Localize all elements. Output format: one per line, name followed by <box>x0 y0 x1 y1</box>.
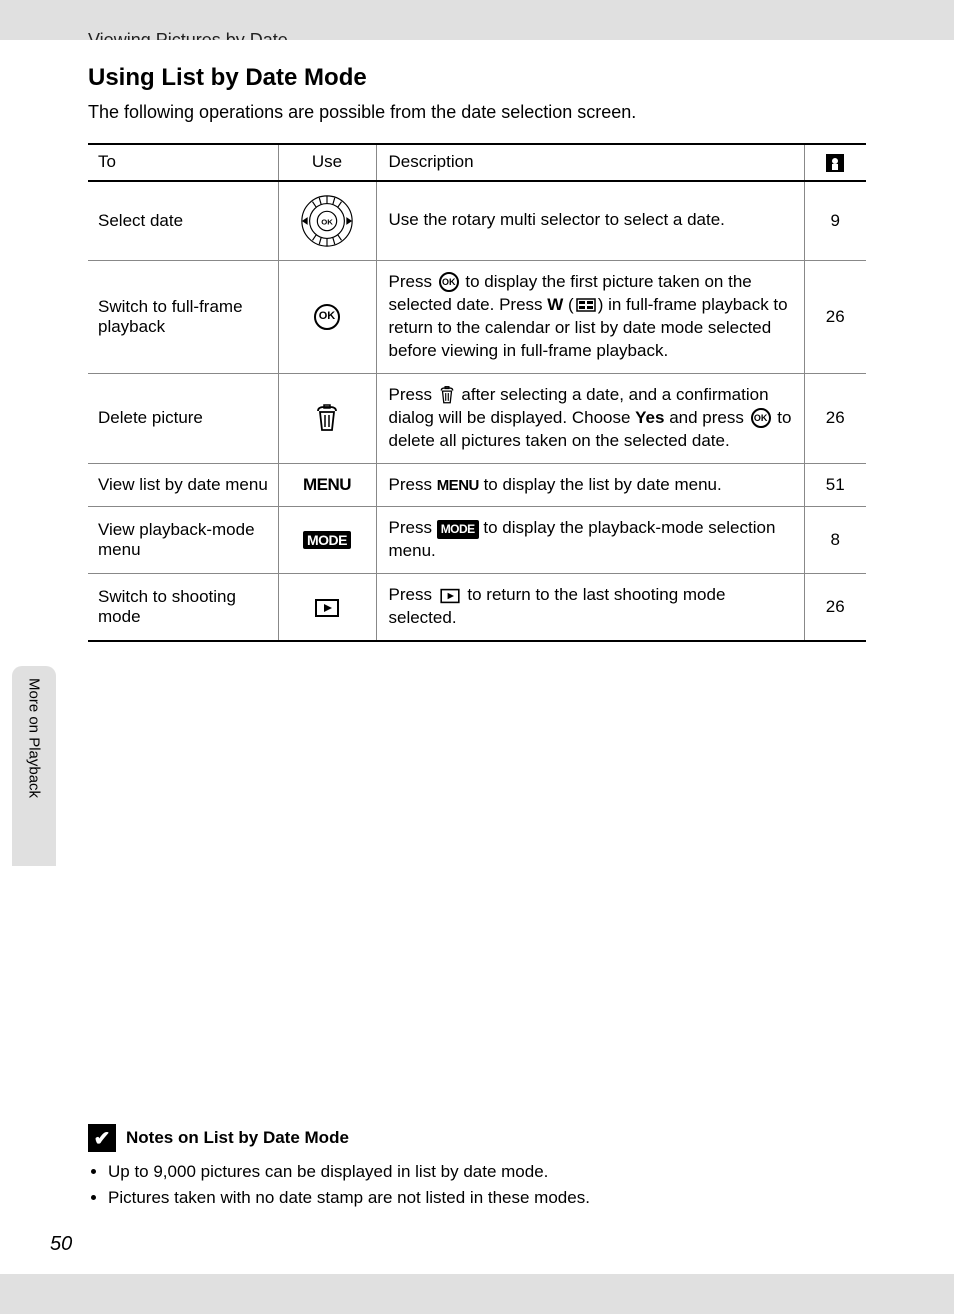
menu-icon: MENU <box>303 475 351 494</box>
note-item: Up to 9,000 pictures can be displayed in… <box>108 1162 866 1182</box>
mode-icon: MODE <box>437 520 479 538</box>
ok-icon: OK <box>314 304 340 330</box>
cell-use: OK <box>278 181 376 261</box>
page-body: Using List by Date Mode The following op… <box>0 40 954 1274</box>
th-use: Use <box>278 144 376 181</box>
cell-use: MODE <box>278 507 376 574</box>
table-row: View playback-mode menu MODE Press MODE … <box>88 507 866 574</box>
ok-icon: OK <box>751 408 771 428</box>
svg-text:OK: OK <box>321 217 333 226</box>
cell-to: Switch to shooting mode <box>88 574 278 641</box>
cell-to: Delete picture <box>88 373 278 463</box>
cell-page: 26 <box>804 373 866 463</box>
cell-page: 8 <box>804 507 866 574</box>
notes-title: Notes on List by Date Mode <box>126 1128 349 1148</box>
cell-description: Press MODE to display the playback-mode … <box>376 507 804 574</box>
trash-icon <box>439 386 455 404</box>
trash-icon <box>315 404 339 432</box>
check-icon: ✔ <box>88 1124 116 1152</box>
cell-to: View playback-mode menu <box>88 507 278 574</box>
rotary-selector-icon: OK <box>298 192 356 250</box>
th-description: Description <box>376 144 804 181</box>
cell-description: Use the rotary multi selector to select … <box>376 181 804 261</box>
menu-icon: MENU <box>437 477 479 494</box>
cell-to: View list by date menu <box>88 463 278 507</box>
ok-icon: OK <box>439 272 459 292</box>
table-row: View list by date menu MENU Press MENU t… <box>88 463 866 507</box>
table-row: Switch to full-frame playback OK Press O… <box>88 260 866 373</box>
note-item: Pictures taken with no date stamp are no… <box>108 1188 866 1208</box>
cell-use: OK <box>278 260 376 373</box>
page-number: 50 <box>50 1233 72 1256</box>
cell-page: 9 <box>804 181 866 261</box>
side-tab-label: More on Playback <box>26 678 43 798</box>
operations-table: To Use Description Select date <box>88 143 866 642</box>
cell-use <box>278 373 376 463</box>
mode-icon: MODE <box>303 531 351 549</box>
cell-description: Press after selecting a date, and a conf… <box>376 373 804 463</box>
page-heading: Using List by Date Mode <box>88 64 866 92</box>
table-row: Delete picture Press after selecting a d… <box>88 373 866 463</box>
cell-page: 26 <box>804 260 866 373</box>
play-icon <box>439 588 461 604</box>
cell-description: Press OK to display the first picture ta… <box>376 260 804 373</box>
cell-description: Press to return to the last shooting mod… <box>376 574 804 641</box>
table-row: Select date OK <box>88 181 866 261</box>
cell-use: MENU <box>278 463 376 507</box>
page-ref-icon <box>825 153 845 173</box>
th-page-ref <box>804 144 866 181</box>
cell-description: Press MENU to display the list by date m… <box>376 463 804 507</box>
intro-text: The following operations are possible fr… <box>88 102 866 123</box>
table-row: Switch to shooting mode Press to return … <box>88 574 866 641</box>
cell-page: 26 <box>804 574 866 641</box>
play-icon <box>314 598 340 618</box>
side-tab: More on Playback <box>12 666 56 866</box>
th-to: To <box>88 144 278 181</box>
thumbnail-icon <box>576 298 596 312</box>
cell-to: Select date <box>88 181 278 261</box>
notes-section: ✔ Notes on List by Date Mode Up to 9,000… <box>88 1124 866 1214</box>
cell-use <box>278 574 376 641</box>
cell-to: Switch to full-frame playback <box>88 260 278 373</box>
cell-page: 51 <box>804 463 866 507</box>
